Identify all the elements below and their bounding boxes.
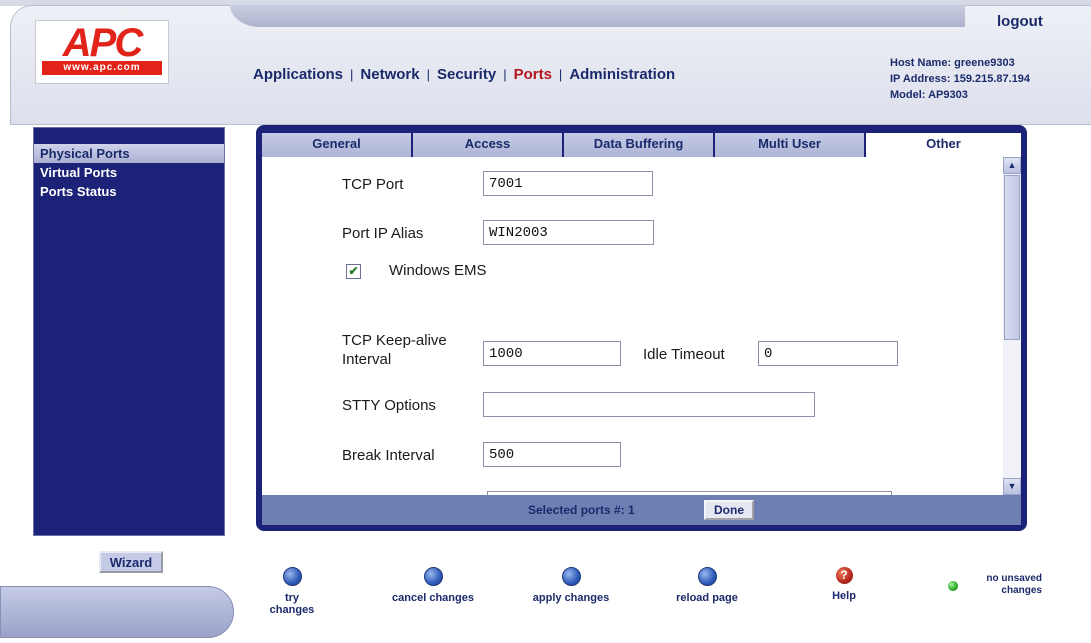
idle-timeout-label: Idle Timeout <box>643 346 725 363</box>
model: Model: AP9303 <box>890 89 968 101</box>
tcp-keepalive-label-line2: Interval <box>342 351 392 368</box>
reload-page-label: reload page <box>676 592 738 604</box>
nav-applications[interactable]: Applications <box>253 66 343 83</box>
status-line2: changes <box>1001 585 1042 596</box>
nav-separator: | <box>426 67 430 82</box>
windows-ems-label: Windows EMS <box>389 262 487 279</box>
help-button[interactable]: ? Help <box>824 567 864 602</box>
selected-ports-text: Selected ports #: 1 <box>528 503 635 517</box>
sidebar-item-ports-status[interactable]: Ports Status <box>34 182 224 201</box>
scroll-down-icon[interactable]: ▼ <box>1003 478 1021 495</box>
try-changes-label: try changes <box>269 592 315 616</box>
port-ip-alias-input[interactable] <box>483 220 654 245</box>
nav-ports[interactable]: Ports <box>514 66 552 83</box>
nav-administration[interactable]: Administration <box>569 66 675 83</box>
tab-multi-user[interactable]: Multi User <box>715 133 866 157</box>
tcp-port-input[interactable] <box>483 171 653 196</box>
apply-changes-button[interactable]: apply changes <box>524 567 618 604</box>
tcp-keepalive-input[interactable] <box>483 341 621 366</box>
break-interval-label: Break Interval <box>342 447 435 464</box>
stty-options-label: STTY Options <box>342 397 436 414</box>
bottom-decoration <box>0 586 234 638</box>
blue-dot-icon <box>697 567 717 586</box>
nav-separator: | <box>503 67 507 82</box>
nav-separator: | <box>350 67 354 82</box>
nav-separator: | <box>558 67 563 82</box>
try-changes-button[interactable]: try changes <box>264 567 320 616</box>
application-frame: APC www.apc.com logout Applications | Netw… <box>0 0 1091 643</box>
header-tab-decoration <box>230 5 965 27</box>
tab-content: TCP Port Port IP Alias ✔ Windows EMS TCP… <box>262 157 1003 495</box>
sidebar-item-physical-ports[interactable]: Physical Ports <box>34 144 224 163</box>
host-name: Host Name: greene9303 <box>890 57 1015 69</box>
logo-url: www.apc.com <box>42 61 162 75</box>
sidebar: Physical Ports Virtual Ports Ports Statu… <box>33 127 225 536</box>
idle-timeout-input[interactable] <box>758 341 898 366</box>
status-line1: no unsaved <box>986 573 1042 584</box>
scroll-thumb[interactable] <box>1004 175 1020 340</box>
panel-footer: Selected ports #: 1 Done <box>262 495 1021 525</box>
tab-access[interactable]: Access <box>413 133 564 157</box>
sidebar-item-virtual-ports[interactable]: Virtual Ports <box>34 163 224 182</box>
tcp-keepalive-label-line1: TCP Keep-alive <box>342 332 447 349</box>
break-interval-input[interactable] <box>483 442 621 467</box>
logout-link[interactable]: logout <box>997 13 1043 30</box>
tab-general[interactable]: General <box>262 133 413 157</box>
blue-dot-icon <box>561 567 581 586</box>
host-info: Host Name: greene9303 IP Address: 159.21… <box>890 55 1030 103</box>
tab-bar: General Access Data Buffering Multi User… <box>262 133 1021 157</box>
windows-ems-checkbox[interactable]: ✔ <box>346 264 361 279</box>
port-settings-panel: General Access Data Buffering Multi User… <box>256 125 1027 531</box>
help-label: Help <box>832 590 856 602</box>
done-button[interactable]: Done <box>704 500 754 520</box>
nav-network[interactable]: Network <box>360 66 419 83</box>
status-led-icon <box>948 581 958 591</box>
apc-logo: APC www.apc.com <box>35 20 169 84</box>
blue-dot-icon <box>423 567 443 586</box>
wizard-button[interactable]: Wizard <box>99 551 163 573</box>
help-icon: ? <box>835 567 853 584</box>
tab-data-buffering[interactable]: Data Buffering <box>564 133 715 157</box>
tcp-port-label: TCP Port <box>342 176 404 193</box>
reload-page-button[interactable]: reload page <box>667 567 747 604</box>
tab-other[interactable]: Other <box>866 133 1021 157</box>
cancel-changes-button[interactable]: cancel changes <box>385 567 481 604</box>
cancel-changes-label: cancel changes <box>392 592 474 604</box>
vertical-scrollbar[interactable]: ▲ ▼ <box>1003 157 1021 495</box>
scroll-up-icon[interactable]: ▲ <box>1003 157 1021 174</box>
nav-security[interactable]: Security <box>437 66 496 83</box>
main-nav: Applications | Network | Security | Ports | Admi… <box>253 66 675 83</box>
port-ip-alias-label: Port IP Alias <box>342 225 424 242</box>
logo-text: APC <box>62 21 143 65</box>
panel-body: General Access Data Buffering Multi User… <box>262 133 1021 495</box>
apply-changes-label: apply changes <box>532 592 610 604</box>
blue-dot-icon <box>282 567 302 586</box>
stty-options-input[interactable] <box>483 392 815 417</box>
ip-address: IP Address: 159.215.87.194 <box>890 73 1031 85</box>
